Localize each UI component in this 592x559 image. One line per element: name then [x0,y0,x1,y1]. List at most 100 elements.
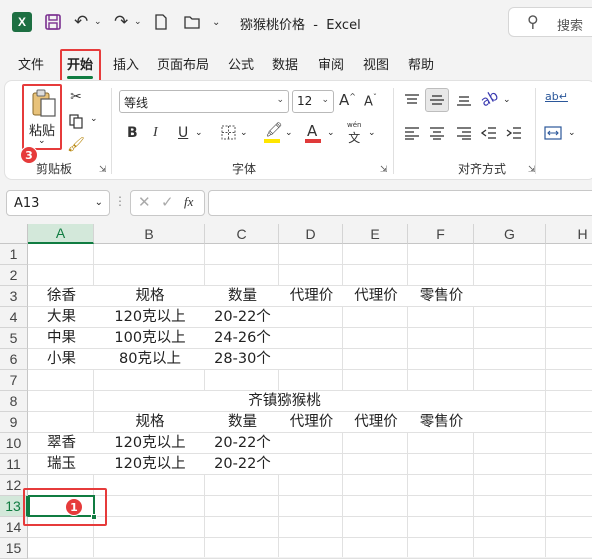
cell-c4[interactable]: 20-22个 [206,307,279,327]
font-color-dropdown-icon[interactable]: ⌄ [327,128,335,138]
decrease-indent-icon[interactable] [480,124,498,142]
font-name-combo[interactable]: 等线 ⌄ [119,90,289,113]
align-top-icon[interactable] [403,90,421,110]
row-header-8[interactable]: 8 [0,391,28,412]
font-launcher-icon[interactable]: ⇲ [380,165,388,175]
redo-icon[interactable]: ↷ [114,10,128,34]
tab-help[interactable]: 帮助 [408,54,434,73]
new-file-icon[interactable] [154,10,168,34]
cell-b9[interactable]: 规格 [95,412,205,432]
cell-f9[interactable]: 零售价 [409,412,474,432]
row-header-6[interactable]: 6 [0,349,28,370]
column-header-c[interactable]: C [205,224,279,244]
copy-icon[interactable] [68,112,84,130]
borders-dropdown-icon[interactable]: ⌄ [240,128,248,138]
merge-center-icon[interactable] [544,124,562,142]
tab-file[interactable]: 文件 [18,54,44,73]
insert-function-icon[interactable]: fx [184,194,193,210]
tab-review[interactable]: 审阅 [318,54,344,73]
increase-font-size-icon[interactable]: A^ [339,91,356,109]
cell-f3[interactable]: 零售价 [409,286,474,306]
fill-color-dropdown-icon[interactable]: ⌄ [285,128,293,138]
cell-e9[interactable]: 代理价 [344,412,408,432]
cell-a6[interactable]: 小果 [29,349,94,369]
align-left-icon[interactable] [403,124,421,142]
cell-c9[interactable]: 数量 [206,412,279,432]
row-header-9[interactable]: 9 [0,412,28,433]
cell-b3[interactable]: 规格 [95,286,205,306]
cell-a10[interactable]: 翠香 [29,433,94,453]
cut-icon[interactable]: ✂ [68,88,84,106]
cell-a11[interactable]: 瑞玉 [29,454,94,474]
tab-data[interactable]: 数据 [272,54,298,73]
name-box[interactable]: A13 ⌄ [6,190,110,216]
cell-a4[interactable]: 大果 [29,307,94,327]
select-all-corner[interactable] [0,224,28,244]
row-header-5[interactable]: 5 [0,328,28,349]
cell-c10[interactable]: 20-22个 [206,433,279,453]
tab-formulas[interactable]: 公式 [228,54,254,73]
cell-b6[interactable]: 80克以上 [95,349,205,369]
cell-a3[interactable]: 徐香 [29,286,94,306]
align-right-icon[interactable] [455,124,473,142]
fill-color-icon[interactable]: 🖍 [265,122,283,138]
underline-dropdown-icon[interactable]: ⌄ [195,128,203,138]
formula-input[interactable] [208,190,592,216]
tab-view[interactable]: 视图 [363,54,389,73]
row-header-3[interactable]: 3 [0,286,28,307]
decrease-font-size-icon[interactable]: Aˇ [364,93,377,109]
clipboard-launcher-icon[interactable]: ⇲ [99,165,107,175]
row-header-1[interactable]: 1 [0,244,28,265]
cell-c11[interactable]: 20-22个 [206,454,279,474]
borders-icon[interactable] [220,124,236,140]
underline-icon[interactable]: U [178,125,188,141]
phonetic-dropdown-icon[interactable]: ⌄ [368,128,376,138]
column-header-a[interactable]: A [28,224,94,244]
redo-dropdown-icon[interactable]: ⌄ [134,10,142,34]
row-header-4[interactable]: 4 [0,307,28,328]
cell-b4[interactable]: 120克以上 [95,307,205,327]
bold-icon[interactable]: B [127,125,138,141]
format-painter-icon[interactable]: 🖌 [67,136,85,154]
open-folder-icon[interactable] [184,10,201,34]
cell-e3[interactable]: 代理价 [344,286,408,306]
row-header-2[interactable]: 2 [0,265,28,286]
search-box[interactable]: ⚲ 搜索 [508,7,592,37]
cell-c5[interactable]: 24-26个 [206,328,279,348]
row-header-15[interactable]: 15 [0,538,28,559]
cell-b10[interactable]: 120克以上 [95,433,205,453]
row-header-7[interactable]: 7 [0,370,28,391]
undo-dropdown-icon[interactable]: ⌄ [94,10,102,34]
column-header-d[interactable]: D [279,224,343,244]
cell-c6[interactable]: 28-30个 [206,349,279,369]
formula-bar-resize-handle[interactable]: ⋮ [114,194,126,208]
row-header-10[interactable]: 10 [0,433,28,454]
cell-c3[interactable]: 数量 [206,286,279,306]
font-color-icon[interactable]: A [307,122,317,140]
column-header-f[interactable]: F [408,224,474,244]
column-header-b[interactable]: B [94,224,205,244]
cell-c8[interactable]: 齐镇猕猴桃 [95,391,474,411]
cell-b5[interactable]: 100克以上 [95,328,205,348]
customize-toolbar-icon[interactable]: ⌄ [212,10,220,34]
copy-dropdown-icon[interactable]: ⌄ [90,114,98,124]
increase-indent-icon[interactable] [505,124,523,142]
cell-a5[interactable]: 中果 [29,328,94,348]
cancel-entry-icon[interactable]: ✕ [138,193,151,211]
align-center-icon[interactable] [428,124,446,142]
row-header-11[interactable]: 11 [0,454,28,475]
column-header-g[interactable]: G [474,224,546,244]
column-header-e[interactable]: E [343,224,408,244]
phonetic-guide-icon[interactable]: wén 文 [347,121,361,146]
align-bottom-icon[interactable] [455,90,473,110]
merge-dropdown-icon[interactable]: ⌄ [568,128,576,138]
wrap-text-icon[interactable]: ab↵ [545,90,568,103]
cell-b11[interactable]: 120克以上 [95,454,205,474]
tab-page-layout[interactable]: 页面布局 [157,54,209,73]
cell-d9[interactable]: 代理价 [280,412,343,432]
confirm-entry-icon[interactable]: ✓ [161,193,174,211]
column-header-h[interactable]: H [546,224,592,244]
save-icon[interactable] [44,10,62,34]
cell-d3[interactable]: 代理价 [280,286,343,306]
undo-icon[interactable]: ↶ [74,10,88,34]
